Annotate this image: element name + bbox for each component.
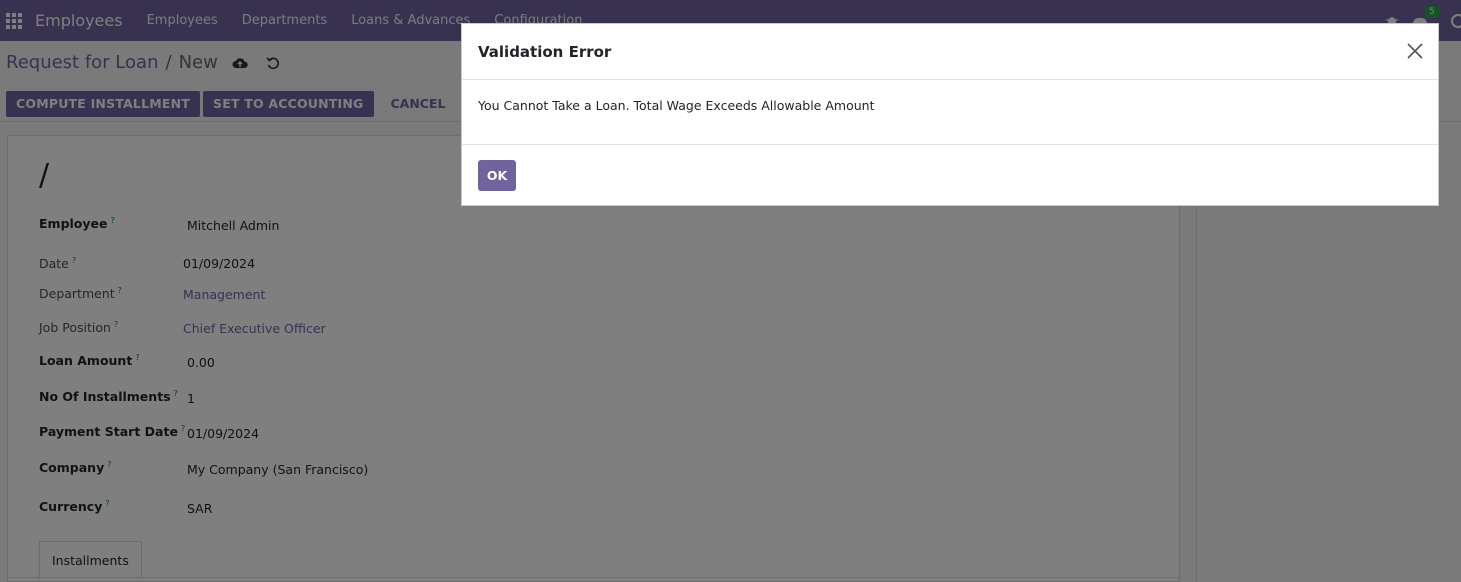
dialog-title: Validation Error	[478, 42, 612, 61]
ok-button[interactable]: OK	[478, 160, 516, 191]
dialog-footer: OK	[462, 145, 1438, 206]
dialog-message: You Cannot Take a Loan. Total Wage Excee…	[478, 98, 875, 113]
dialog-body: You Cannot Take a Loan. Total Wage Excee…	[462, 80, 1438, 145]
close-icon[interactable]	[1406, 42, 1424, 60]
validation-error-dialog: Validation Error You Cannot Take a Loan.…	[461, 23, 1439, 206]
dialog-header: Validation Error	[462, 24, 1438, 80]
